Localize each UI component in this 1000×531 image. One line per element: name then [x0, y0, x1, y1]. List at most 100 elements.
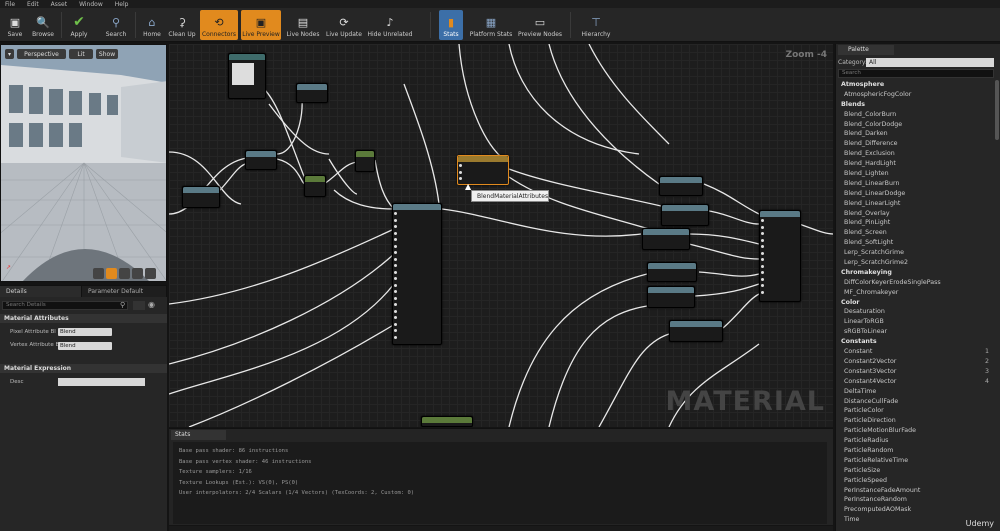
show-button[interactable]: Show [96, 49, 118, 59]
preview-nodes-button[interactable]: ▭ Preview Nodes [517, 10, 563, 40]
home-button[interactable]: ⌂ Home [140, 10, 164, 40]
tab-stats[interactable]: Stats [171, 430, 226, 440]
platform-stats-button[interactable]: ▦ Platform Stats [468, 10, 514, 40]
set-material-attributes-node[interactable] [659, 176, 703, 196]
eye-icon[interactable]: ◉ [148, 300, 155, 309]
palette-item[interactable]: ParticleMotionBlurFade [838, 426, 991, 436]
menu-asset[interactable]: Asset [51, 1, 67, 8]
palette-item[interactable]: Blend_HardLight [838, 159, 991, 169]
live-update-button[interactable]: ⟳ Live Update [325, 10, 363, 40]
palette-scrollbar[interactable] [995, 80, 999, 140]
perspective-button[interactable]: Perspective [17, 49, 66, 59]
hierarchy-button[interactable]: ⊤ Hierarchy [578, 10, 614, 40]
palette-item[interactable]: Blend_Darken [838, 129, 991, 139]
palette-item[interactable]: Constant2Vector 2 [838, 357, 991, 367]
palette-item[interactable]: Blend_Exclusion [838, 149, 991, 159]
palette-category[interactable]: Atmosphere [838, 80, 991, 90]
palette-item[interactable]: Constant4Vector 4 [838, 377, 991, 387]
palette-item[interactable]: Blend_ColorBurn [838, 110, 991, 120]
grid-view-icon[interactable] [133, 301, 145, 310]
palette-search-input[interactable]: Search [838, 69, 994, 78]
set-material-attributes-node[interactable] [647, 286, 695, 308]
palette-item[interactable]: PrecomputedAOMask [838, 505, 991, 515]
set-material-attributes-node[interactable] [661, 204, 709, 226]
stats-button[interactable]: ▮ Stats [439, 10, 463, 40]
clean-up-button[interactable]: ⚳ Clean Up [167, 10, 197, 40]
details-search-input[interactable]: Search Details [2, 301, 128, 310]
palette-item[interactable]: Blend_LinearDodge [838, 189, 991, 199]
palette-item[interactable]: ParticleRadius [838, 436, 991, 446]
blend-material-attributes-node[interactable] [457, 155, 509, 185]
menu-help[interactable]: Help [115, 1, 129, 8]
save-button[interactable]: ▣ Save [4, 10, 26, 40]
palette-item[interactable]: Lerp_ScratchGrime [838, 248, 991, 258]
search-button[interactable]: ⚲ Search [102, 10, 130, 40]
palette-item[interactable]: Blend_PinLight [838, 218, 991, 228]
palette-item[interactable]: Blend_LinearLight [838, 199, 991, 209]
palette-category[interactable]: Constants [838, 337, 991, 347]
material-graph-canvas[interactable]: Zoom -4 MATERIAL ▲ [169, 44, 833, 427]
palette-item[interactable]: DeltaTime [838, 387, 991, 397]
palette-item[interactable]: Blend_SoftLight [838, 238, 991, 248]
palette-item[interactable]: ParticleRelativeTime [838, 456, 991, 466]
lit-button[interactable]: Lit [69, 49, 93, 59]
set-material-attributes-node[interactable] [669, 320, 723, 342]
section-material-expression[interactable]: Material Expression [0, 364, 167, 373]
cube-icon[interactable] [132, 268, 143, 279]
palette-item[interactable]: Blend_ColorDodge [838, 120, 991, 130]
teapot-icon[interactable] [145, 268, 156, 279]
set-material-attributes-node[interactable] [642, 228, 690, 250]
lerp-node[interactable] [304, 175, 326, 197]
set-material-attributes-node[interactable] [647, 262, 697, 282]
palette-item[interactable]: Blend_Overlay [838, 209, 991, 219]
palette-category[interactable]: Blends [838, 100, 991, 110]
palette-item[interactable]: ParticleSpeed [838, 476, 991, 486]
hide-unrelated-button[interactable]: ♪ Hide Unrelated [367, 10, 413, 40]
palette-item[interactable]: Blend_Difference [838, 139, 991, 149]
tab-parameter-default[interactable]: Parameter Default [82, 286, 167, 297]
palette-item[interactable]: Desaturation [838, 307, 991, 317]
browse-button[interactable]: 🔍 Browse [29, 10, 57, 40]
palette-item[interactable]: Blend_Screen [838, 228, 991, 238]
palette-item[interactable]: AtmosphericFogColor [838, 90, 991, 100]
pixel-attribute-dropdown[interactable]: Blend [58, 328, 112, 336]
apply-button[interactable]: ✔ Apply [66, 10, 92, 40]
palette-item[interactable]: MF_Chromakeyer [838, 288, 991, 298]
menu-file[interactable]: File [5, 1, 15, 8]
palette-item[interactable]: DiffColorKeyerErodeSinglePass [838, 278, 991, 288]
palette-item[interactable]: DistanceCullFade [838, 397, 991, 407]
palette-item[interactable]: LinearToRGB [838, 317, 991, 327]
palette-item[interactable]: Blend_LinearBurn [838, 179, 991, 189]
palette-item[interactable]: PerInstanceRandom [838, 495, 991, 505]
palette-item[interactable]: PerInstanceFadeAmount [838, 486, 991, 496]
palette-category[interactable]: Color [838, 298, 991, 308]
tab-details[interactable]: Details [0, 286, 82, 297]
make-material-attributes-node[interactable] [392, 203, 442, 345]
tab-palette[interactable]: Palette [838, 45, 894, 55]
palette-item[interactable]: ParticleColor [838, 406, 991, 416]
material-output-node[interactable] [421, 416, 473, 427]
vertex-attribute-dropdown[interactable]: Blend [58, 342, 112, 350]
sphere-icon[interactable] [106, 268, 117, 279]
menu-window[interactable]: Window [79, 1, 103, 8]
section-material-attributes[interactable]: Material Attributes [0, 314, 167, 323]
plane-icon[interactable] [119, 268, 130, 279]
preview-viewport[interactable]: ▾ Perspective Lit Show ↗ [0, 44, 167, 282]
palette-item[interactable]: ParticleRandom [838, 446, 991, 456]
palette-item[interactable]: Blend_Lighten [838, 169, 991, 179]
texture-sample-node[interactable] [228, 53, 266, 99]
menu-edit[interactable]: Edit [27, 1, 39, 8]
connectors-button[interactable]: ⟲ Connectors [200, 10, 238, 40]
palette-item[interactable]: Lerp_ScratchGrime2 [838, 258, 991, 268]
blend-overlay-node[interactable] [245, 150, 277, 170]
live-nodes-button[interactable]: ▤ Live Nodes [285, 10, 321, 40]
live-preview-button[interactable]: ▣ Live Preview [241, 10, 281, 40]
palette-item[interactable]: sRGBToLinear [838, 327, 991, 337]
palette-item[interactable]: ParticleSize [838, 466, 991, 476]
blend-overlay-node[interactable] [182, 186, 220, 208]
lerp-node[interactable] [355, 150, 375, 172]
palette-category[interactable]: Chromakeying [838, 268, 991, 278]
palette-item[interactable]: Constant3Vector 3 [838, 367, 991, 377]
palette-item[interactable]: Constant 1 [838, 347, 991, 357]
category-dropdown[interactable]: All [866, 58, 994, 67]
